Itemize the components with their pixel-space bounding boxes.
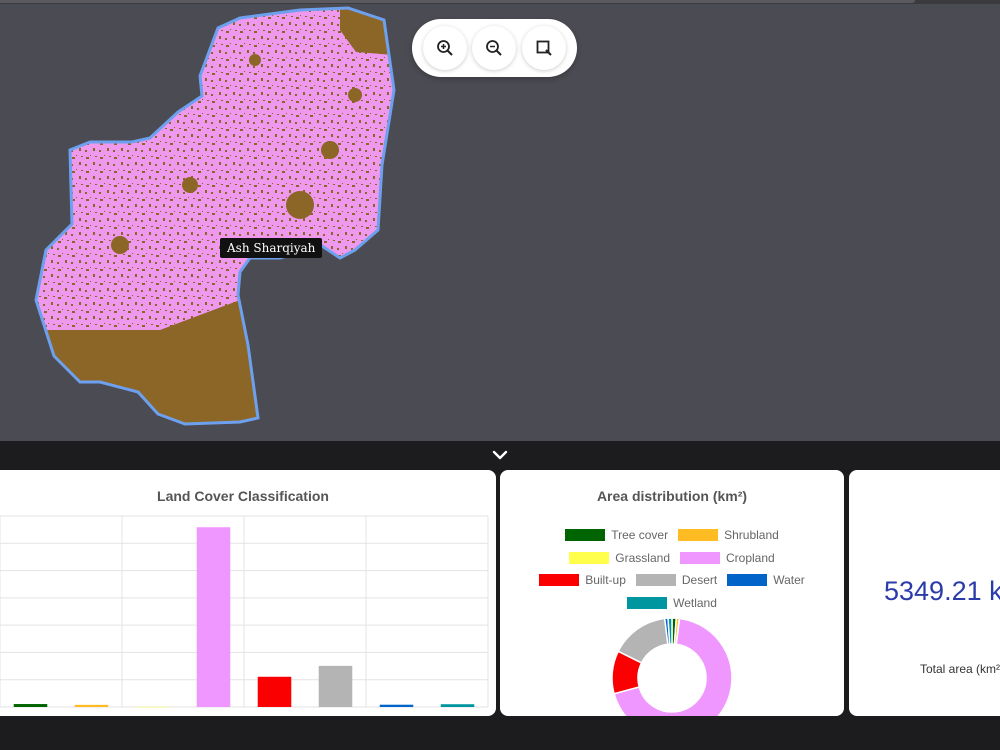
bottom-strip [0,716,1000,750]
chevron-down-icon[interactable] [492,449,508,461]
bar-cropland[interactable] [196,527,231,707]
land-cover-chart-card: Land Cover Classification coverShrubland… [0,470,496,716]
bar-grassland[interactable] [135,706,170,708]
fit-extent-icon [536,40,552,56]
total-area-value: 5349.21 k [884,576,1000,606]
zoom-out-button[interactable] [472,26,517,70]
bar-chart[interactable]: coverShrublandGrasslandCroplandBuilt-upD… [0,470,496,716]
zoom-in-button[interactable] [422,26,467,70]
bar-water[interactable] [379,704,414,707]
bar-wetland[interactable] [440,704,475,707]
zoom-toolbar [412,19,577,77]
donut-chart[interactable] [500,470,844,716]
bar-built-up[interactable] [257,676,292,707]
bar-desert[interactable] [318,665,353,707]
zoom-out-icon [486,40,503,56]
total-area-card: 5349.21 k Total area (km² [849,470,1000,716]
area-distribution-card: Area distribution (km²) Tree cover Shrubl… [500,470,844,716]
bar-shrubland[interactable] [74,704,109,707]
zoom-in-icon [436,40,453,56]
panel-toggle-bar[interactable] [0,441,1000,469]
map-view[interactable]: Ash Sharqiyah [0,0,1000,441]
region-tooltip: Ash Sharqiyah [220,238,323,258]
fit-extent-button[interactable] [522,26,567,70]
total-area-label: Total area (km² [920,662,1000,676]
bar-tree-cover[interactable] [13,704,48,707]
